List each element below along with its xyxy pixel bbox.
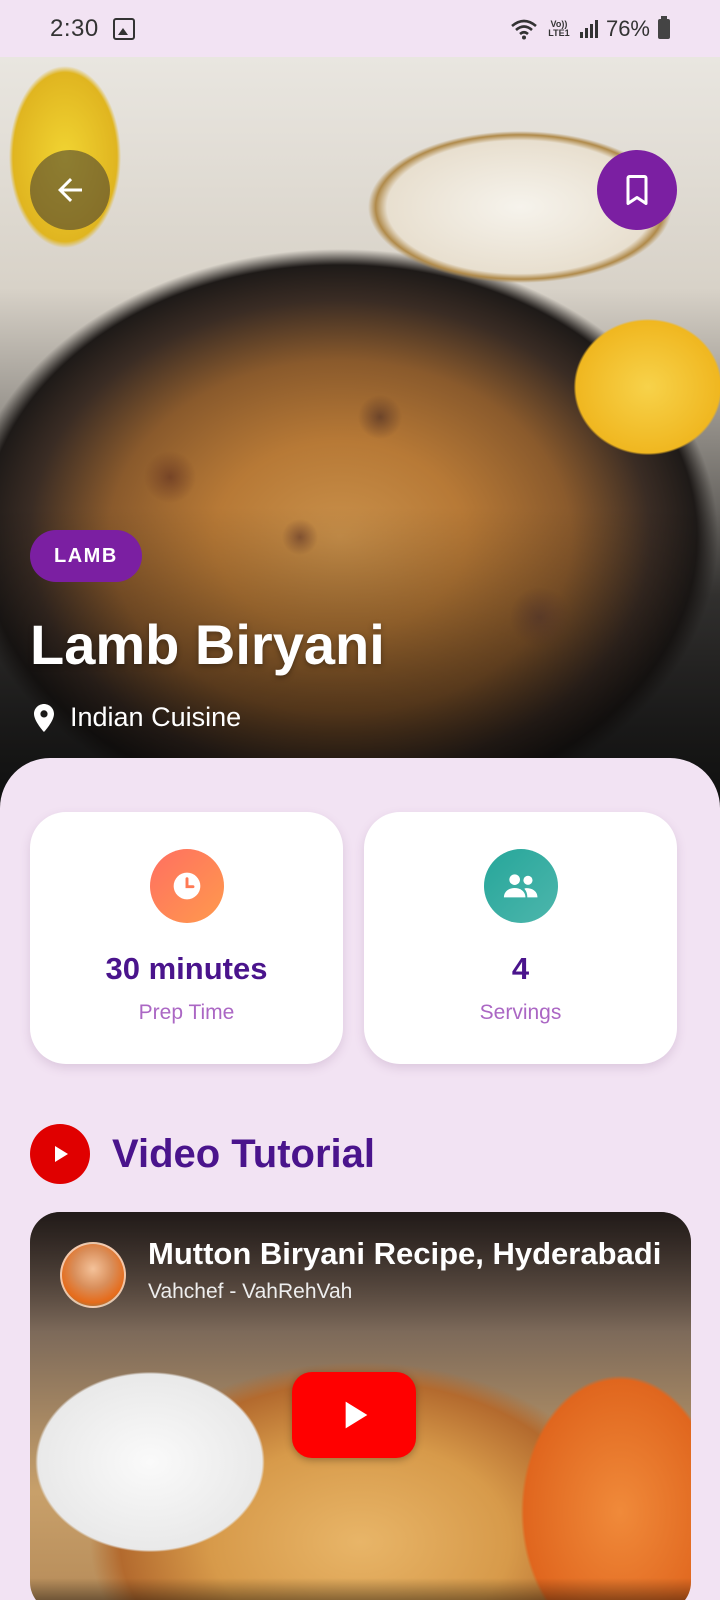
cuisine-row: Indian Cuisine	[32, 702, 241, 733]
bookmark-button[interactable]	[597, 150, 677, 230]
signal-icon	[579, 19, 598, 38]
clock-icon	[173, 872, 200, 900]
play-icon	[55, 1146, 68, 1162]
servings-value: 4	[511, 951, 530, 986]
servings-badge	[483, 849, 558, 923]
prep-time-label: Prep Time	[138, 1001, 235, 1024]
prep-time-value: 30 minutes	[105, 951, 268, 986]
youtube-section-icon	[30, 1124, 90, 1184]
video-player[interactable]: Mutton Biryani Recipe, Hyderabadi Vahche…	[30, 1212, 691, 1600]
recipe-title: Lamb Biryani	[30, 613, 385, 676]
status-bar: 2:30 Vo)) LTE1 76%	[0, 0, 720, 57]
group-icon	[503, 874, 537, 898]
servings-label: Servings	[479, 1001, 562, 1024]
cuisine-label: Indian Cuisine	[70, 702, 242, 732]
wifi-icon	[511, 19, 537, 39]
video-overlay	[30, 1212, 691, 1332]
location-pin-icon	[34, 703, 54, 732]
category-tag[interactable]: LAMB	[30, 530, 142, 582]
recipe-details-sheet: 30 minutes Prep Time 4 Servings Video Tu…	[0, 758, 720, 1600]
video-controls-bar	[30, 1578, 691, 1600]
gallery-icon	[112, 17, 135, 40]
arrow-back-icon	[58, 178, 82, 202]
prep-time-badge	[149, 849, 224, 923]
youtube-play-button[interactable]	[292, 1372, 416, 1458]
volte-indicator: Vo)) LTE1	[548, 18, 570, 38]
video-title[interactable]: Mutton Biryani Recipe, Hyderabadi	[148, 1236, 668, 1272]
youtube-play-icon	[345, 1401, 368, 1429]
video-section-header: Video Tutorial	[30, 1124, 375, 1184]
video-channel[interactable]: Vahchef - VahRehVah	[148, 1280, 352, 1304]
servings-card: 4 Servings	[364, 812, 677, 1064]
channel-avatar[interactable]	[60, 1242, 126, 1308]
prep-time-card: 30 minutes Prep Time	[30, 812, 343, 1064]
recipe-hero-image: LAMB Lamb Biryani Indian Cuisine	[0, 57, 720, 827]
section-title: Video Tutorial	[112, 1131, 375, 1176]
battery-icon	[658, 15, 670, 39]
status-indicators: Vo)) LTE1 76%	[510, 15, 670, 42]
battery-percent: 76%	[605, 15, 650, 41]
bookmark-icon	[626, 175, 648, 205]
back-button[interactable]	[30, 150, 110, 230]
status-time: 2:30	[50, 14, 99, 42]
